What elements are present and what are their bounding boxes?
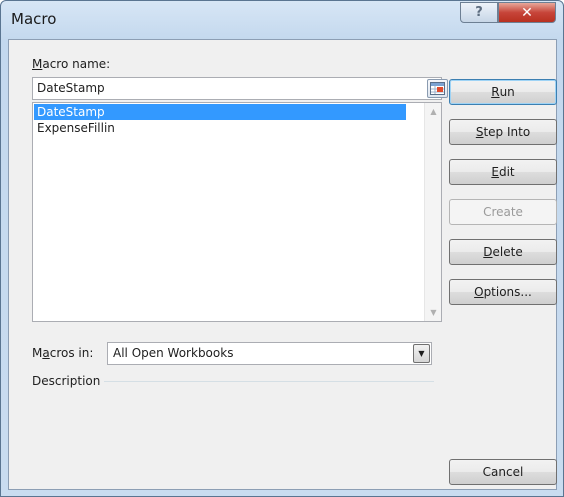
help-button[interactable]: ? [460,2,498,23]
description-divider [104,381,434,382]
macro-name-input[interactable]: DateStamp [32,77,448,100]
macro-list[interactable]: DateStamp ExpenseFillin ▲ ▼ [32,102,442,322]
run-button[interactable]: Run [449,79,557,105]
delete-button[interactable]: Delete [449,239,557,265]
edit-button[interactable]: Edit [449,159,557,185]
options-button[interactable]: Options... [449,279,557,305]
window-title: Macro [11,10,57,28]
macro-list-item-expensefillin[interactable]: ExpenseFillin [34,120,406,136]
description-label: Description [32,374,101,388]
macro-list-item-datestamp[interactable]: DateStamp [34,104,406,120]
macro-dialog: Macro ? ✕ Macro name: DateStamp DateStam… [0,0,564,497]
list-scrollbar[interactable]: ▲ ▼ [424,103,441,321]
help-icon: ? [475,5,483,20]
macros-in-label: Macros in: [32,346,94,360]
dialog-body: Macro name: DateStamp DateStamp ExpenseF… [8,39,557,490]
title-bar[interactable]: Macro ? ✕ [1,1,563,39]
step-into-button[interactable]: Step Into [449,119,557,145]
close-button[interactable]: ✕ [498,2,556,23]
macro-name-label: Macro name: [32,57,111,71]
dropdown-arrow-icon[interactable]: ▼ [413,344,430,363]
cancel-button[interactable]: Cancel [449,459,557,485]
collapse-dialog-button[interactable] [427,79,448,98]
scroll-up-arrow-icon[interactable]: ▲ [425,103,442,120]
create-button[interactable]: Create [449,199,557,225]
macros-in-dropdown[interactable]: All Open Workbooks ▼ [107,342,432,365]
range-selector-icon [430,82,445,95]
close-icon: ✕ [521,4,533,21]
scroll-down-arrow-icon[interactable]: ▼ [425,304,442,321]
macro-name-value: DateStamp [37,81,105,95]
macros-in-value: All Open Workbooks [113,346,234,360]
